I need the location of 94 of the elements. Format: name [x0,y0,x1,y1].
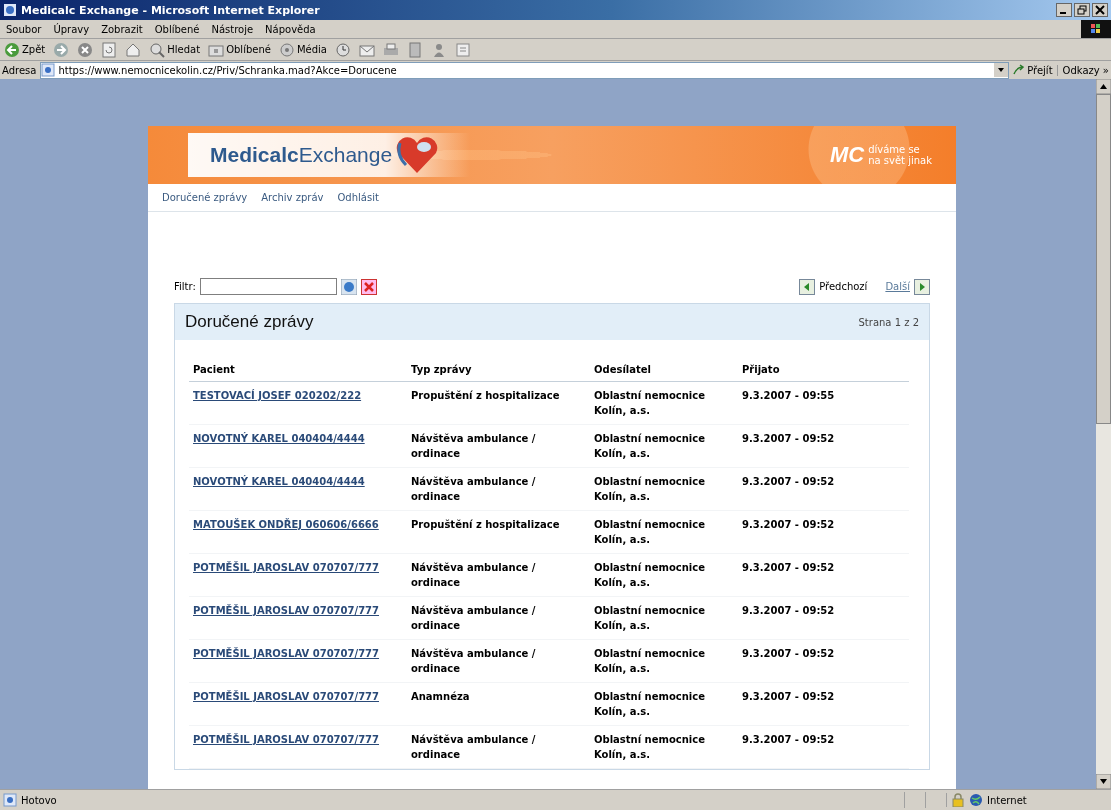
menu-item[interactable]: Nástroje [211,23,254,35]
table-cell: Oblastní nemocnice Kolín, a.s. [590,553,738,597]
go-arrow-icon [1013,64,1026,76]
table-cell: 9.3.2007 - 09:52 [738,596,909,640]
ie-icon [3,3,17,17]
address-field[interactable]: https://www.nemocnicekolin.cz/Priv/Schranka.mad?Akce=Dorucene [40,61,1010,79]
table-cell: 9.3.2007 - 09:55 [738,381,909,425]
nav-link[interactable]: Doručené zprávy [162,192,248,203]
menu-item[interactable]: Úpravy [53,23,90,35]
stop-icon[interactable] [77,41,94,58]
search-icon[interactable] [340,278,357,295]
table-cell: Anamnéza [407,682,590,726]
links-button[interactable]: Odkazy » [1056,64,1109,76]
windows-logo-icon [1081,20,1111,38]
home-icon[interactable] [125,41,142,58]
search-icon [149,41,166,58]
patient-link[interactable]: NOVOTNÝ KAREL 040404/4444 [193,476,365,487]
table-cell: Návštěva ambulance / ordinace [407,639,590,683]
toolbar-button[interactable]: Média [278,41,327,58]
menu-item[interactable]: Soubor [6,23,42,35]
scrollbar[interactable] [1096,79,1111,789]
table-cell: 9.3.2007 - 09:52 [738,467,909,511]
address-label: Adresa [2,64,37,76]
column-header: Odesílatel [590,358,738,382]
clear-icon[interactable] [360,278,377,295]
patient-link[interactable]: POTMĚŠIL JAROSLAV 070707/777 [193,648,379,659]
next-link[interactable]: Další [885,278,930,295]
back-arrow-icon [4,41,20,58]
minimize-icon[interactable] [1056,3,1072,17]
table-cell: Oblastní nemocnice Kolín, a.s. [590,510,738,554]
toolbar-button[interactable]: Zpět [4,41,46,58]
forward-arrow-icon[interactable] [53,41,70,58]
patient-link[interactable]: MATOUŠEK ONDŘEJ 060606/6666 [193,519,379,530]
panel-title: Doručené zprávy [185,312,314,332]
site-logo: MedicalcExchange [210,143,393,167]
table-cell: Oblastní nemocnice Kolín, a.s. [590,381,738,425]
restore-icon[interactable] [1074,3,1090,17]
brand-mark: MC [829,142,865,168]
refresh-icon[interactable] [101,41,118,58]
table-cell: 9.3.2007 - 09:52 [738,553,909,597]
table-cell: Návštěva ambulance / ordinace [407,596,590,640]
table-cell: 9.3.2007 - 09:52 [738,639,909,683]
table-cell: Oblastní nemocnice Kolín, a.s. [590,424,738,468]
page-indicator: Strana 1 z 2 [858,316,919,328]
patient-link[interactable]: TESTOVACÍ JOSEF 020202/222 [193,390,362,401]
menu-item[interactable]: Zobrazit [101,23,143,35]
patient-link[interactable]: POTMĚŠIL JAROSLAV 070707/777 [193,562,379,573]
patient-link[interactable]: NOVOTNÝ KAREL 040404/4444 [193,433,365,444]
table-cell: Oblastní nemocnice Kolín, a.s. [590,682,738,726]
printer-icon[interactable] [382,41,399,58]
padlock-icon [951,793,965,807]
page-icon [3,793,17,807]
tagline-text: na svět jinak [868,155,932,166]
column-header: Typ zprávy [407,358,590,382]
go-button[interactable]: Přejít [1013,64,1053,76]
nav-link[interactable]: Odhlásit [337,192,379,203]
window-title: Medicalc Exchange - Microsoft Internet Explorer [21,3,320,17]
globe-icon [969,793,983,807]
patient-link[interactable]: POTMĚŠIL JAROSLAV 070707/777 [193,605,379,616]
table-cell: Oblastní nemocnice Kolín, a.s. [590,639,738,683]
tagline-text: díváme se [868,144,921,155]
filter-label: Filtr: [174,281,196,292]
menu-item[interactable]: Nápověda [265,23,316,35]
nav-link[interactable]: Archiv zpráv [261,192,324,203]
table-cell: 9.3.2007 - 09:52 [738,725,909,769]
status-text: Hotovo [21,794,57,806]
menu-item[interactable]: Oblíbené [154,23,200,35]
table-cell: Návštěva ambulance / ordinace [407,467,590,511]
filter-field[interactable] [199,278,337,295]
table-cell: Návštěva ambulance / ordinace [407,725,590,769]
column-header: Pacient [189,358,407,382]
document-icon[interactable] [406,41,423,58]
history-icon[interactable] [334,41,351,58]
previous-link[interactable]: Předchozí [799,278,868,295]
table-cell: 9.3.2007 - 09:52 [738,424,909,468]
table-cell: Oblastní nemocnice Kolín, a.s. [590,596,738,640]
patient-link[interactable]: POTMĚŠIL JAROSLAV 070707/777 [193,691,379,702]
table-cell: Oblastní nemocnice Kolín, a.s. [590,467,738,511]
table-cell: Návštěva ambulance / ordinace [407,424,590,468]
zone-text: Internet [987,794,1027,806]
table-cell: Propuštění z hospitalizace [407,381,590,425]
close-icon[interactable] [1092,3,1108,17]
table-cell: 9.3.2007 - 09:52 [738,682,909,726]
toolbar-button[interactable]: Hledat [149,41,201,58]
table-cell: 9.3.2007 - 09:52 [738,510,909,554]
column-header: Přijato [738,358,909,382]
page-icon [41,63,56,77]
toolbar-button[interactable]: Oblíbené [208,41,271,58]
table-cell: Propuštění z hospitalizace [407,510,590,554]
book-icon[interactable] [454,41,471,58]
table-cell: Oblastní nemocnice Kolín, a.s. [590,725,738,769]
table-cell: Návštěva ambulance / ordinace [407,553,590,597]
media-icon [278,41,295,58]
patient-link[interactable]: POTMĚŠIL JAROSLAV 070707/777 [193,734,379,745]
